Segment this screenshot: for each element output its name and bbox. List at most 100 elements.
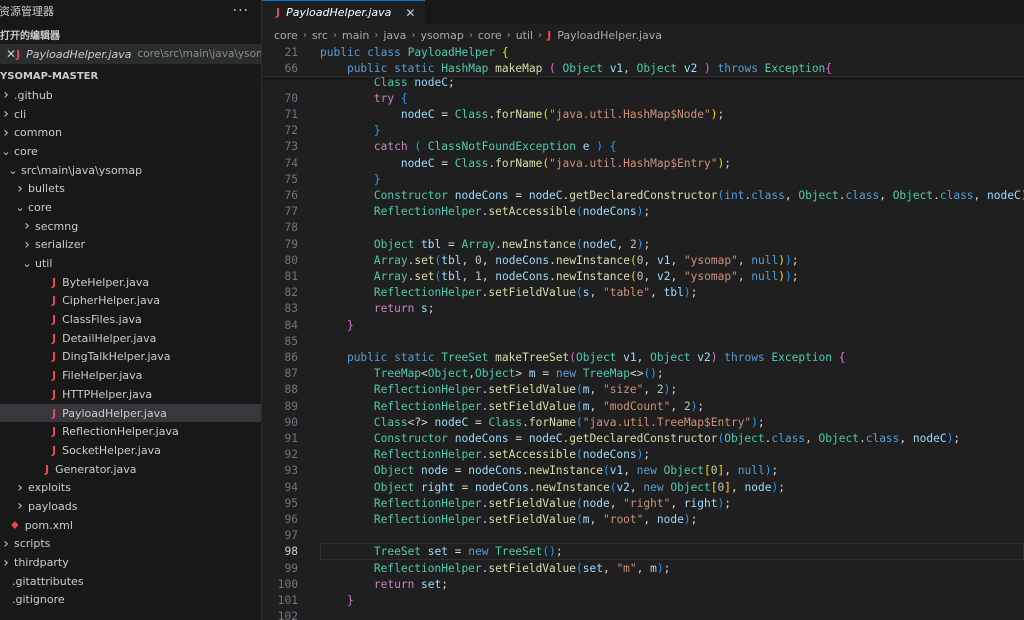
code-token: null (751, 253, 779, 267)
code-line[interactable]: 79 Object tbl = Array.newInstance(nodeC,… (262, 236, 1024, 252)
code-line[interactable]: 78 (262, 220, 1024, 236)
line-number: 88 (284, 383, 298, 397)
tree-item[interactable]: J FileHelper.java (0, 366, 261, 385)
code-line[interactable]: 87 TreeMap<Object,Object> m = new TreeMa… (262, 366, 1024, 382)
tree-item[interactable]: › common (0, 123, 261, 142)
code-token: , (670, 269, 684, 283)
code-line[interactable]: 84 } (262, 317, 1024, 333)
tree-item[interactable]: › serializer (0, 236, 261, 255)
code-line[interactable]: 89 ReflectionHelper.setFieldValue(m, "mo… (262, 398, 1024, 414)
tree-item[interactable]: ⌄ core (0, 142, 261, 161)
project-section[interactable]: YSOMAP-MASTER (0, 66, 261, 86)
code-token: , (623, 61, 637, 75)
tree-item[interactable]: J HTTPHelper.java (0, 385, 261, 404)
tree-item[interactable]: › scripts (0, 535, 261, 554)
code-line[interactable]: 72 } (262, 123, 1024, 139)
tree-item[interactable]: .gitattributes (0, 572, 261, 591)
code-line[interactable]: 88 ReflectionHelper.setFieldValue(m, "si… (262, 382, 1024, 398)
tree-item[interactable]: .gitignore (0, 591, 261, 610)
tree-item[interactable]: J DetailHelper.java (0, 329, 261, 348)
tree-item[interactable]: ⬥ pom.xml (0, 516, 261, 535)
code-token: nodeC (528, 188, 563, 202)
code-line[interactable]: 82 ReflectionHelper.setFieldValue(s, "ta… (262, 285, 1024, 301)
code-token: ) (785, 253, 792, 267)
code-line[interactable]: 76 Constructor nodeCons = nodeC. getDecla… (262, 187, 1024, 203)
open-editors-section[interactable]: 打开的编辑器 (0, 24, 261, 44)
code-line[interactable]: 96 ReflectionHelper.setFieldValue(m, "ro… (262, 511, 1024, 527)
tree-item[interactable]: J DingTalkHelper.java (0, 348, 261, 367)
code-token: , (973, 188, 988, 202)
code-token: . (838, 188, 846, 202)
code-line[interactable]: 98 TreeSet set = new TreeSet(); (262, 544, 1024, 560)
tree-item[interactable]: ⌄ src\main\java\ysomap (0, 161, 261, 180)
code-line[interactable]: 97 (262, 528, 1024, 544)
tree-item[interactable]: J Generator.java (0, 460, 261, 479)
code-line[interactable]: 75 } (262, 171, 1024, 187)
code-editor[interactable]: Class nodeC; 70 try {71 nodeC = Class.for… (262, 44, 1024, 620)
tree-item[interactable]: › cli (0, 105, 261, 124)
tree-item[interactable]: J ReflectionHelper.java (0, 422, 261, 441)
code-line[interactable]: 100 return set; (262, 576, 1024, 592)
code-token: ) (778, 269, 785, 283)
breadcrumb-item[interactable]: core (478, 29, 502, 42)
line-number: 80 (284, 253, 298, 267)
code-line[interactable]: 101 } (262, 592, 1024, 608)
breadcrumb-item[interactable]: main (342, 29, 369, 42)
tree-item[interactable]: J SocketHelper.java (0, 441, 261, 460)
code-token: ) (683, 512, 691, 526)
close-editor-icon[interactable]: ✕ (6, 47, 16, 61)
breadcrumb-item[interactable]: src (312, 29, 328, 42)
code-line[interactable]: 77 ReflectionHelper.setAccessible(nodeCo… (262, 204, 1024, 220)
code-line[interactable]: 73 catch ( ClassNotFoundException e ) { (262, 139, 1024, 155)
code-line[interactable]: 70 try { (262, 90, 1024, 106)
line-number: 81 (284, 269, 298, 283)
open-editor-item[interactable]: ✕ J PayloadHelper.java core\src\main\jav… (0, 44, 261, 64)
code-line[interactable]: 93 Object node = nodeCons.newInstance(v1… (262, 463, 1024, 479)
code-token: ; (663, 561, 671, 575)
close-tab-icon[interactable]: ✕ (405, 6, 415, 20)
code-line[interactable]: 102 (262, 609, 1024, 620)
code-line[interactable]: 92 ReflectionHelper.setAccessible(nodeCo… (262, 447, 1024, 463)
code-line[interactable]: 95 ReflectionHelper.setFieldValue(node, … (262, 495, 1024, 511)
breadcrumb-item[interactable]: java (383, 29, 406, 42)
tab-bar: J PayloadHelper.java ✕ (262, 0, 1024, 24)
tree-item[interactable]: ⌄ core (0, 198, 261, 217)
sticky-scroll-line[interactable]: 66 public static HashMap makeMap ( Objec… (262, 60, 1024, 77)
code-line[interactable]: 85 (262, 333, 1024, 349)
tree-item[interactable]: › .github (0, 86, 261, 105)
code-text: public static HashMap makeMap ( Object v… (320, 62, 832, 75)
tree-item[interactable]: J PayloadHelper.java (0, 403, 261, 423)
code-line[interactable]: 71 nodeC = Class.forName("java.util.Hash… (262, 106, 1024, 122)
code-token: { (609, 140, 617, 154)
code-line[interactable]: 91 Constructor nodeCons = nodeC. getDecla… (262, 430, 1024, 446)
breadcrumb-item[interactable]: core (274, 29, 298, 42)
tree-item[interactable]: J ClassFiles.java (0, 310, 261, 329)
code-line[interactable]: 83 return s; (262, 301, 1024, 317)
code-line[interactable]: 74 nodeC = Class.forName("java.util.Hash… (262, 155, 1024, 171)
tree-item[interactable]: › thirdparty (0, 553, 261, 572)
tab-payloadhelper[interactable]: J PayloadHelper.java ✕ (262, 0, 426, 24)
tree-item[interactable]: ⌄ util (0, 254, 261, 273)
tree-item-label: secmng (35, 219, 79, 233)
code-token: newInstance (501, 237, 577, 251)
breadcrumb-item[interactable]: util (516, 29, 533, 42)
tree-item[interactable]: J CipherHelper.java (0, 292, 261, 311)
tree-item[interactable]: › payloads (0, 497, 261, 516)
code-line[interactable]: 94 Object right = nodeCons.newInstance(v… (262, 479, 1024, 495)
code-token: forName (528, 415, 577, 429)
code-line[interactable]: 90 Class<?> nodeC = Class.forName("java.… (262, 414, 1024, 430)
tree-item[interactable]: › exploits (0, 478, 261, 497)
breadcrumb-item[interactable]: ysomap (420, 29, 463, 42)
more-actions-icon[interactable]: ··· (233, 3, 249, 19)
breadcrumb-item[interactable]: PayloadHelper.java (557, 29, 662, 42)
code-line[interactable]: 81 Array.set(tbl, 1, nodeCons.newInstanc… (262, 268, 1024, 284)
code-line[interactable]: 80 Array.set(tbl, 0, nodeCons.newInstanc… (262, 252, 1024, 268)
code-token: } (373, 172, 381, 186)
tree-item[interactable]: J ByteHelper.java (0, 273, 261, 292)
line-number: 79 (284, 237, 298, 251)
sticky-scroll-line[interactable]: 21 public class PayloadHelper { (262, 44, 1024, 60)
tree-item[interactable]: › bullets (0, 179, 261, 198)
code-line[interactable]: 99 ReflectionHelper.setFieldValue(set, "… (262, 560, 1024, 576)
code-line[interactable]: 86 public static TreeSet makeTreeSet(Obj… (262, 349, 1024, 365)
tree-item[interactable]: › secmng (0, 217, 261, 236)
